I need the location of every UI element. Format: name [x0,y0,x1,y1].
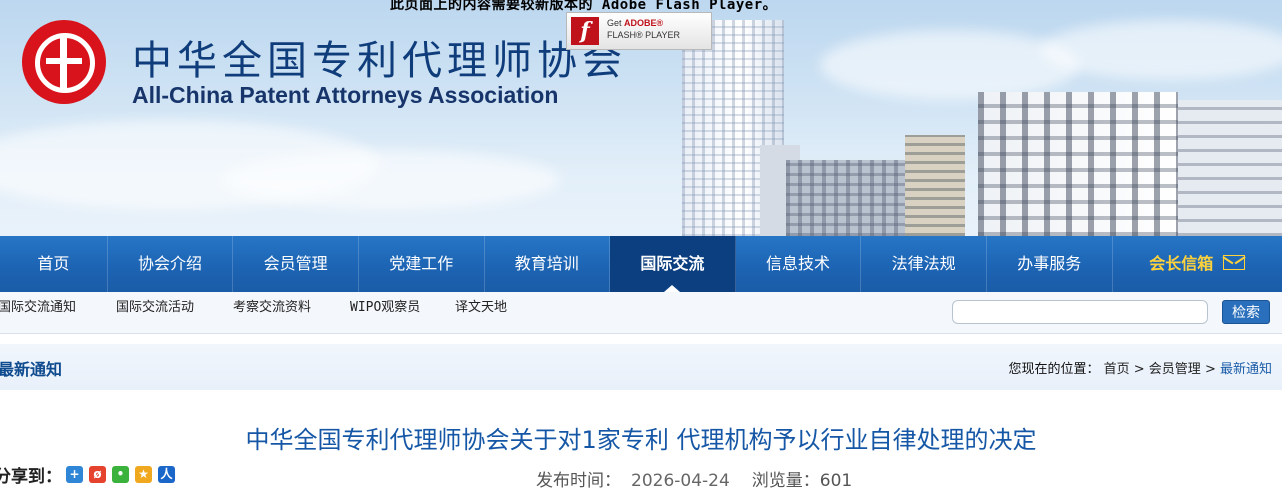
nav-item-education[interactable]: 教育培训 [485,236,611,292]
views-count: 601 [819,471,853,491]
breadcrumb-separator: > [1129,362,1149,377]
nav-item-about[interactable]: 协会介绍 [108,236,234,292]
breadcrumb-lead: 您现在的位置： [1008,362,1100,377]
search-input[interactable] [952,300,1208,324]
subnav-item-activities[interactable]: 国际交流活动 [116,296,194,315]
search-button[interactable]: 检索 [1222,300,1270,324]
mail-icon [1223,255,1246,270]
nav-item-home[interactable]: 首页 [0,236,108,292]
nav-item-party[interactable]: 党建工作 [359,236,485,292]
site-title-cn: 中华全国专利代理师协会 [132,38,627,84]
flash-icon: f [571,17,599,45]
article-meta: 发布时间： 2026-04-24 浏览量：601 [536,466,852,491]
weibo-icon[interactable]: ø [89,466,106,483]
publish-date: 2026-04-24 [631,471,730,491]
share-label: 分享到： [0,467,62,487]
publish-label: 发布时间： [536,471,621,491]
breadcrumb-link-members[interactable]: 会员管理 [1149,362,1201,377]
nav-item-members[interactable]: 会员管理 [233,236,359,292]
get-flash-player-button[interactable]: f Get ADOBE® FLASH® PLAYER [566,12,712,50]
tencent-weibo-icon[interactable]: ★ [135,466,152,483]
section-title: 最新通知 [0,360,63,379]
breadcrumb: 您现在的位置： 首页 > 会员管理 > 最新通知 [1008,358,1272,377]
banner-cloud [220,150,560,210]
breadcrumb-separator: > [1200,362,1220,377]
header-banner: 此页面上的内容需要较新版本的 Adobe Flash Player。 中华全国专… [0,0,1282,236]
flash-badge-line2: FLASH® PLAYER [607,30,680,40]
nav-item-president-mailbox[interactable]: 会长信箱 [1113,236,1282,292]
main-nav: 首页 协会介绍 会员管理 党建工作 教育培训 国际交流 信息技术 法律法规 办事… [0,236,1282,292]
banner-building [978,92,1178,236]
share-bar: 分享到： + ø • ★ 人 [0,462,175,487]
subnav-item-translations[interactable]: 译文天地 [455,296,507,315]
flash-badge-brand: ADOBE® [624,18,664,28]
mailbox-label: 会长信箱 [1149,254,1214,273]
article-title: 中华全国专利代理师协会关于对1家专利 代理机构予以行业自律处理的决定 [245,426,1037,454]
association-logo[interactable] [22,20,106,104]
breadcrumb-current[interactable]: 最新通知 [1220,362,1272,377]
flash-badge-line1-prefix: Get [607,18,625,28]
qzone-icon[interactable]: + [66,466,83,483]
nav-item-international[interactable]: 国际交流 [610,236,736,292]
subnav-item-notices[interactable]: 国际交流通知 [0,296,76,315]
renren-icon[interactable]: 人 [158,466,175,483]
wechat-icon[interactable]: • [112,466,129,483]
sub-nav: 国际交流通知 国际交流活动 考察交流资料 WIPO观察员 译文天地 检索 [0,292,1282,334]
subnav-item-wipo[interactable]: WIPO观察员 [350,296,420,315]
banner-cloud [1040,20,1282,80]
banner-building [905,135,965,236]
views-label: 浏览量： [751,471,820,491]
nav-item-law[interactable]: 法律法规 [861,236,987,292]
breadcrumb-link-home[interactable]: 首页 [1104,362,1130,377]
breadcrumb-bar: 最新通知 您现在的位置： 首页 > 会员管理 > 最新通知 [0,344,1282,390]
subnav-item-materials[interactable]: 考察交流资料 [233,296,311,315]
banner-building [1178,100,1282,236]
nav-item-it[interactable]: 信息技术 [736,236,862,292]
site-title-en: All-China Patent Attorneys Association [132,82,559,108]
nav-item-services[interactable]: 办事服务 [987,236,1113,292]
banner-cloud [820,30,1080,100]
